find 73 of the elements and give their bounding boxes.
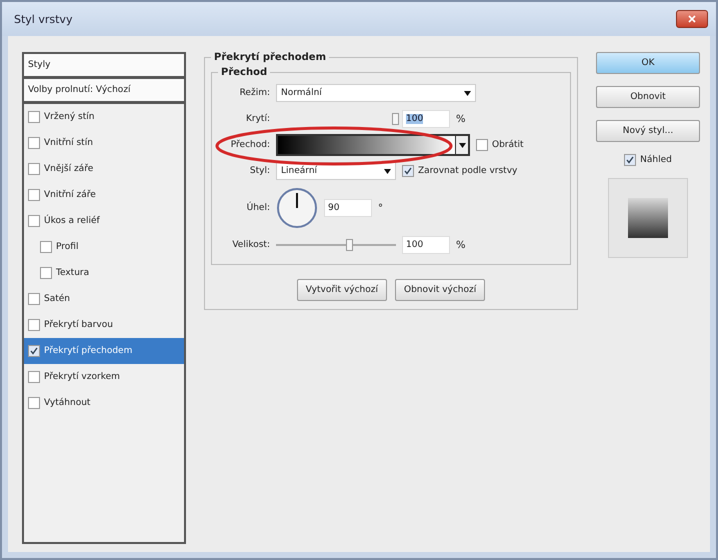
default-button[interactable]: Obnovit výchozí [394, 279, 486, 301]
checkbox-label: Náhled [640, 155, 672, 165]
list-item[interactable]: Překrytí přechodem [24, 338, 184, 364]
item-label: Překrytí vzorkem [44, 372, 120, 382]
checkbox[interactable] [28, 397, 40, 409]
close-icon [688, 15, 696, 23]
unit-label: % [456, 240, 466, 250]
group-title: Překrytí přechodem [213, 52, 327, 63]
close-button[interactable] [676, 10, 708, 28]
unit-label: ° [378, 202, 383, 214]
checkbox[interactable] [28, 111, 40, 123]
list-header[interactable]: Volby prolnutí: Výchozí [24, 79, 184, 104]
field-label: Přechod: [230, 140, 270, 150]
unit-label: % [456, 114, 466, 124]
checkbox[interactable] [28, 163, 40, 175]
checkbox-label: Obrátit [492, 140, 524, 150]
caret-icon [464, 90, 471, 96]
item-label: Vnitřní záře [44, 190, 96, 200]
list-item[interactable]: Profil [24, 234, 184, 260]
list-item[interactable]: Překrytí barvou [24, 312, 184, 338]
checkbox[interactable] [28, 137, 40, 149]
field-label: Velikost: [231, 240, 270, 250]
scale-field[interactable]: 100 [402, 236, 450, 254]
scale-slider[interactable] [276, 239, 396, 251]
checkbox[interactable] [28, 371, 40, 383]
opacity-field[interactable]: 100 [402, 110, 450, 128]
list-item[interactable]: Vytáhnout [24, 390, 184, 416]
item-label: Překrytí barvou [44, 320, 113, 330]
list-item[interactable]: Vnitřní stín [24, 130, 184, 156]
item-label: Vržený stín [44, 112, 94, 122]
item-label: Vnitřní stín [44, 138, 93, 148]
checkbox[interactable] [28, 215, 40, 227]
checkbox[interactable] [28, 189, 40, 201]
dialog-button[interactable]: Nový styl... [596, 120, 700, 142]
item-label: Profil [56, 242, 78, 252]
checkbox[interactable] [624, 154, 636, 166]
caret-icon [458, 142, 466, 148]
checkbox[interactable] [40, 267, 52, 279]
item-label: Překrytí přechodem [44, 346, 132, 356]
list-item[interactable]: Překrytí vzorkem [24, 364, 184, 390]
item-label: Vytáhnout [44, 398, 90, 408]
mode-select[interactable]: Normální [276, 84, 476, 102]
list-item[interactable]: Úkos a reliéf [24, 208, 184, 234]
field-label: Krytí: [245, 114, 270, 124]
field-label: Styl: [248, 166, 270, 176]
checkbox[interactable] [476, 139, 488, 151]
list-item[interactable]: Vnitřní záře [24, 182, 184, 208]
list-item[interactable]: Vržený stín [24, 104, 184, 130]
field-label: Úhel: [246, 203, 270, 213]
list-item[interactable]: Textura [24, 260, 184, 286]
caret-icon [384, 168, 391, 174]
checkbox[interactable] [28, 319, 40, 331]
dialog-button[interactable]: Obnovit [596, 86, 700, 108]
angle-dial[interactable] [276, 187, 318, 229]
checkbox[interactable] [28, 345, 40, 357]
window-title: Styl vrstvy [14, 12, 72, 26]
default-button[interactable]: Vytvořit výchozí [296, 279, 387, 301]
dialog-button[interactable]: OK [596, 52, 700, 74]
checkbox[interactable] [28, 293, 40, 305]
list-header[interactable]: Styly [24, 54, 184, 79]
angle-field[interactable]: 90 [324, 199, 372, 217]
item-label: Textura [56, 268, 90, 278]
item-label: Satén [44, 294, 70, 304]
item-label: Vnější záře [44, 164, 94, 174]
checkbox[interactable] [402, 165, 414, 177]
list-item[interactable]: Vnější záře [24, 156, 184, 182]
list-item[interactable]: Satén [24, 286, 184, 312]
field-label: Režim: [238, 88, 270, 98]
group-title: Přechod [220, 67, 268, 78]
gradient-picker[interactable] [276, 134, 470, 156]
checkbox[interactable] [40, 241, 52, 253]
item-label: Úkos a reliéf [44, 216, 100, 226]
checkbox-label: Zarovnat podle vrstvy [418, 166, 518, 176]
